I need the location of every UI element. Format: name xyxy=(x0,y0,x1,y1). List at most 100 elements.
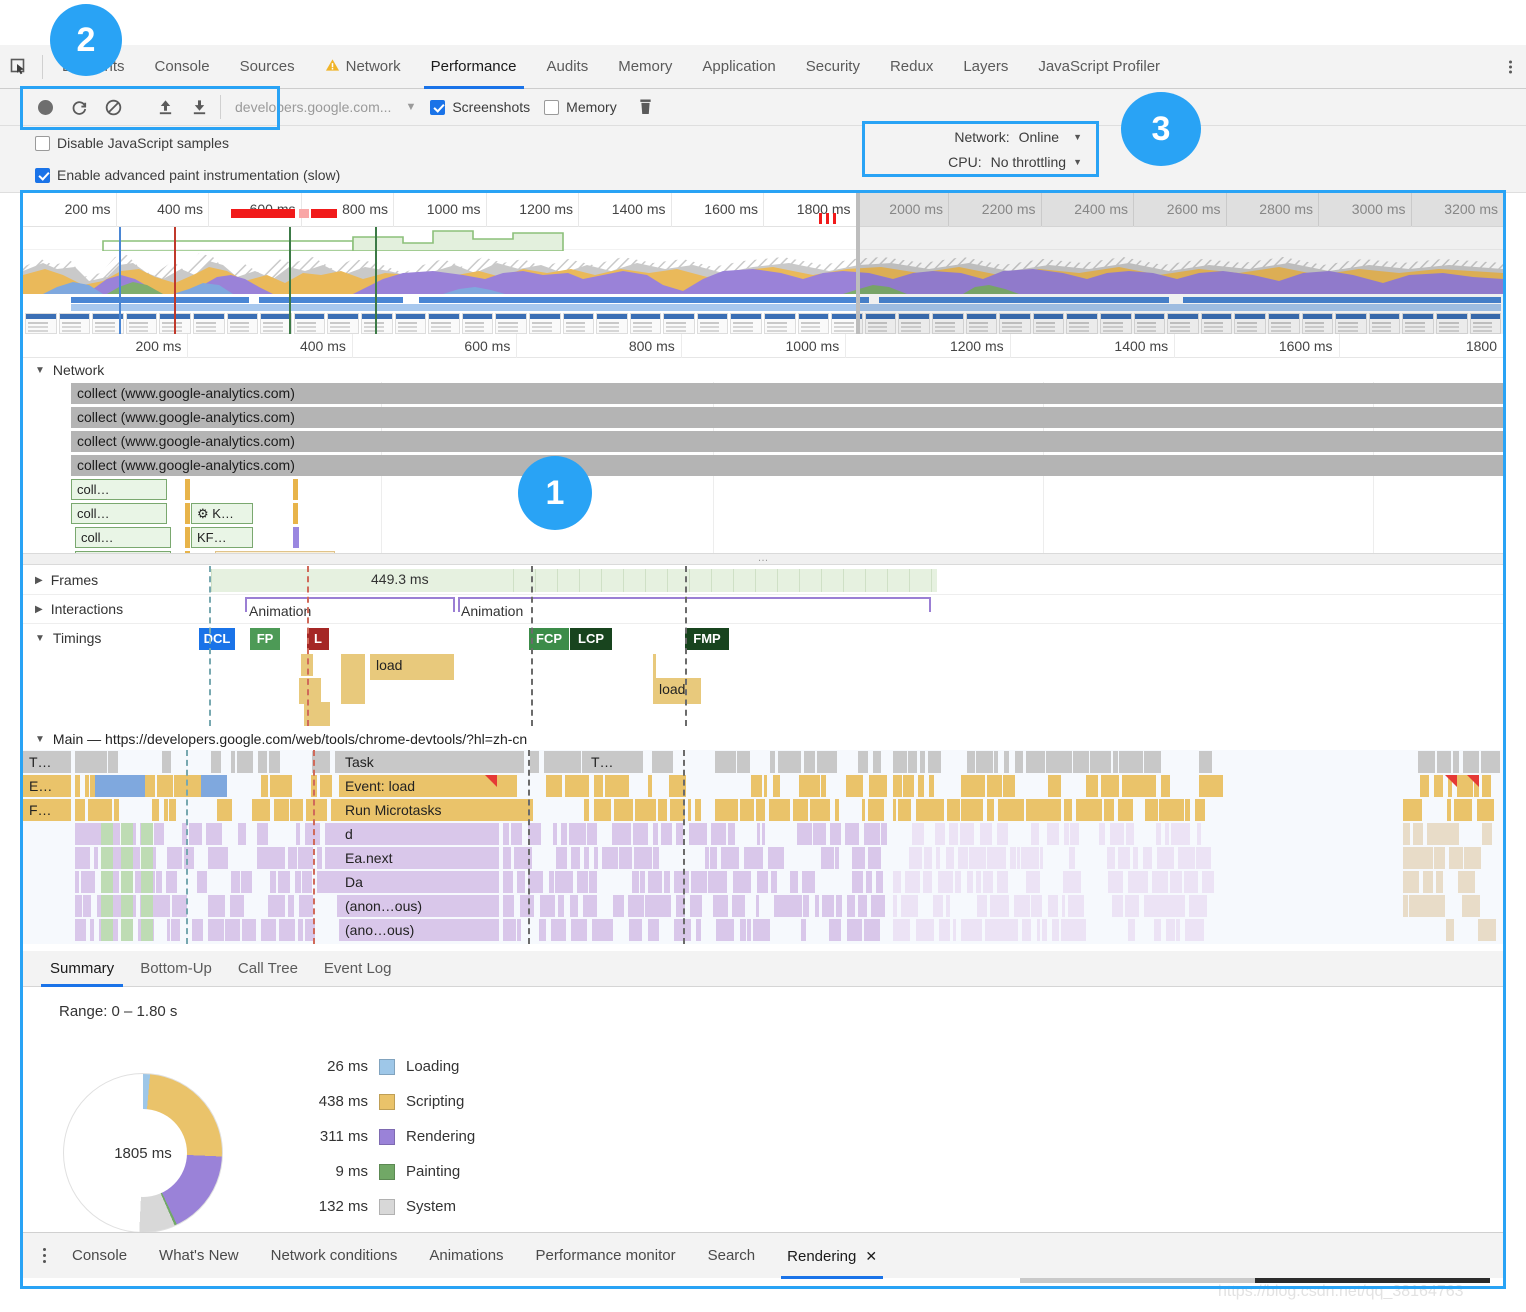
flame-block[interactable] xyxy=(687,799,692,821)
flame-block[interactable] xyxy=(861,799,865,821)
flame-block[interactable] xyxy=(916,799,924,821)
interactions-row[interactable]: ▶ Interactions Animation Animation xyxy=(23,595,1503,624)
tab-memory[interactable]: Memory xyxy=(603,45,687,89)
flame-block[interactable] xyxy=(605,775,629,797)
timing-marker-fmp[interactable]: FMP xyxy=(685,628,729,650)
network-request-bar-small[interactable]: coll… xyxy=(71,503,167,524)
flame-block[interactable] xyxy=(503,847,511,869)
summary-tab-bottom-up[interactable]: Bottom-Up xyxy=(127,951,225,987)
flame-cell-named[interactable]: Ea.next xyxy=(339,847,499,869)
flame-block[interactable] xyxy=(924,799,945,821)
flame-block[interactable] xyxy=(261,919,267,941)
flame-block[interactable] xyxy=(858,895,867,917)
inspect-element-icon[interactable] xyxy=(0,45,38,89)
flame-block[interactable] xyxy=(1124,895,1139,917)
flame-block[interactable] xyxy=(1452,751,1459,773)
flame-block[interactable] xyxy=(1022,919,1032,941)
tab-security[interactable]: Security xyxy=(791,45,875,89)
network-request-bar-secondary[interactable]: ⚙ K… xyxy=(191,503,253,524)
flame-block-paint[interactable] xyxy=(121,871,133,893)
flame-block[interactable] xyxy=(908,751,917,773)
network-request-row[interactable]: coll… KF… xyxy=(23,526,1503,550)
flame-block-paint[interactable] xyxy=(121,847,133,869)
flame-block[interactable] xyxy=(756,871,769,893)
flame-block[interactable] xyxy=(569,823,587,845)
flame-block[interactable] xyxy=(928,751,941,773)
flame-block[interactable] xyxy=(652,847,660,869)
flame-block[interactable] xyxy=(240,871,252,893)
flame-block[interactable] xyxy=(1025,799,1045,821)
advanced-paint-box[interactable] xyxy=(35,167,50,183)
flame-block[interactable] xyxy=(867,847,882,869)
flame-block[interactable] xyxy=(957,847,968,869)
flame-block[interactable] xyxy=(1436,871,1443,893)
flame-block[interactable] xyxy=(834,847,839,869)
flame-block[interactable] xyxy=(691,871,700,893)
flame-block[interactable] xyxy=(755,799,766,821)
flame-block[interactable] xyxy=(769,751,775,773)
flame-block[interactable] xyxy=(166,871,178,893)
flame-block[interactable] xyxy=(1044,799,1062,821)
flame-block[interactable] xyxy=(1145,799,1158,821)
flame-block[interactable] xyxy=(852,871,863,893)
flame-block[interactable] xyxy=(1197,823,1202,845)
tab-sources[interactable]: Sources xyxy=(225,45,310,89)
flame-block[interactable] xyxy=(87,799,105,821)
flame-block[interactable] xyxy=(1073,751,1089,773)
summary-tab-summary[interactable]: Summary xyxy=(37,951,127,987)
flame-block[interactable] xyxy=(934,823,945,845)
summary-tab-call-tree[interactable]: Call Tree xyxy=(225,951,311,987)
flame-block[interactable] xyxy=(1016,847,1021,869)
flame-block[interactable] xyxy=(753,919,771,941)
filmstrip-frame[interactable] xyxy=(293,313,326,334)
flame-block[interactable] xyxy=(571,919,588,941)
flame-block[interactable] xyxy=(550,919,566,941)
flame-block[interactable] xyxy=(898,799,911,821)
flame-block[interactable] xyxy=(1127,871,1148,893)
flame-block[interactable] xyxy=(296,823,300,845)
flame-block[interactable] xyxy=(251,799,270,821)
flame-block[interactable] xyxy=(1446,799,1452,821)
flame-block[interactable] xyxy=(656,871,663,893)
flame-block[interactable] xyxy=(867,799,885,821)
timing-block-a[interactable] xyxy=(341,654,365,680)
flame-block[interactable] xyxy=(755,847,763,869)
flame-block-paint[interactable] xyxy=(141,895,153,917)
flame-cell-named[interactable]: d xyxy=(339,823,499,845)
flame-block[interactable] xyxy=(231,751,236,773)
flame-block[interactable] xyxy=(1002,919,1019,941)
flame-block[interactable] xyxy=(1041,919,1048,941)
flame-block[interactable] xyxy=(1118,799,1133,821)
flame-block[interactable] xyxy=(923,871,933,893)
flame-block[interactable] xyxy=(1433,847,1445,869)
flame-block[interactable] xyxy=(633,823,648,845)
flame-block[interactable] xyxy=(290,799,304,821)
flame-block[interactable] xyxy=(868,775,887,797)
flame-block[interactable] xyxy=(216,799,233,821)
flame-block[interactable] xyxy=(171,919,176,941)
flame-block-paint[interactable] xyxy=(101,895,113,917)
flame-block[interactable] xyxy=(82,895,92,917)
filmstrip-frame[interactable] xyxy=(461,313,494,334)
filmstrip-frame[interactable] xyxy=(629,313,662,334)
flame-block[interactable] xyxy=(635,799,656,821)
flame-block[interactable] xyxy=(1415,847,1434,869)
flame-block[interactable] xyxy=(990,895,1010,917)
flame-block[interactable] xyxy=(631,871,640,893)
flame-block[interactable] xyxy=(1165,895,1185,917)
animation-bar-2[interactable] xyxy=(458,597,931,612)
screenshots-checkbox[interactable]: Screenshots xyxy=(430,99,530,115)
flame-row[interactable]: Ea.next xyxy=(23,846,1503,870)
network-request-bar[interactable]: collect (www.google-analytics.com) xyxy=(71,383,1503,404)
flame-block[interactable] xyxy=(1030,823,1040,845)
flame-block[interactable] xyxy=(1413,823,1424,845)
overview-body[interactable] xyxy=(23,193,1503,334)
flame-block[interactable] xyxy=(503,919,517,941)
flame-block[interactable] xyxy=(721,847,740,869)
flame-block[interactable] xyxy=(1068,847,1076,869)
tab-javascript-profiler[interactable]: JavaScript Profiler xyxy=(1023,45,1175,89)
flame-block[interactable] xyxy=(302,871,313,893)
drawer-tab-animations[interactable]: Animations xyxy=(413,1233,519,1279)
flame-block[interactable] xyxy=(1427,895,1445,917)
timing-marker-l[interactable]: L xyxy=(307,628,329,650)
